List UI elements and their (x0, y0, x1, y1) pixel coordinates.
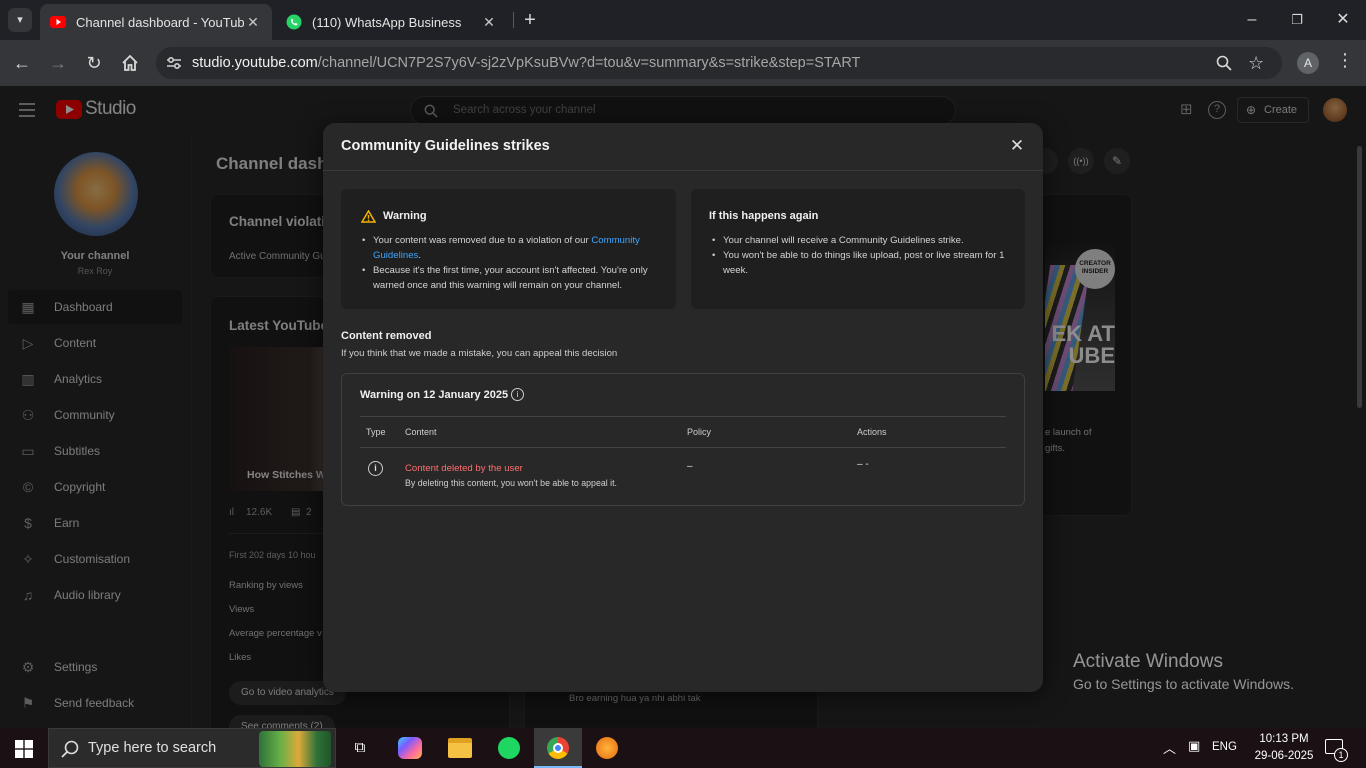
table-row: i Content deleted by the user By deletin… (360, 448, 1006, 506)
address-bar[interactable]: studio.youtube.com/channel/UCN7P2S7y6V-s… (156, 47, 1282, 79)
content-removed-title: Content removed (341, 330, 432, 342)
home-icon[interactable] (121, 54, 139, 72)
windows-start-icon[interactable] (15, 740, 33, 758)
col-type-header: Type (366, 427, 386, 437)
file-explorer-icon[interactable] (448, 738, 472, 758)
warning-card: Warning Your content was removed due to … (341, 189, 676, 309)
chrome-icon (547, 737, 569, 759)
again-bullet-2: You won't be able to do things like uplo… (709, 248, 1009, 278)
table-top-divider (360, 416, 1006, 417)
clock-time[interactable]: 10:13 PM (1254, 733, 1314, 745)
close-dialog-button[interactable]: ✕ (1007, 136, 1027, 156)
url-path: /channel/UCN7P2S7y6V-sj2zVpKsuBVw?d=tou&… (317, 55, 861, 71)
warning-details-table-card: Warning on 12 January 2025 i Type Conten… (341, 373, 1025, 506)
new-tab-button[interactable]: + (518, 8, 542, 32)
meet-now-icon[interactable]: ▣ (1188, 738, 1200, 754)
maximize-window-button[interactable]: ❐ (1285, 8, 1309, 32)
warning-triangle-icon (361, 210, 376, 223)
task-view-icon[interactable]: ⧉ (350, 738, 370, 758)
notification-count-badge: 1 (1334, 748, 1348, 762)
info-icon[interactable]: i (511, 388, 524, 401)
whatsapp-favicon-icon (286, 14, 302, 30)
url-host: studio.youtube.com (192, 55, 318, 71)
row-actions: – - (857, 459, 869, 470)
site-info-icon[interactable] (166, 56, 182, 70)
again-bullets: Your channel will receive a Community Gu… (709, 233, 1009, 278)
copilot-icon[interactable] (398, 737, 422, 759)
strikes-dialog: Community Guidelines strikes ✕ Warning Y… (323, 123, 1043, 692)
youtube-favicon-icon (50, 16, 66, 28)
table-heading: Warning on 12 January 2025 (360, 389, 509, 401)
dialog-title: Community Guidelines strikes (341, 138, 550, 154)
tab-whatsapp[interactable]: (110) WhatsApp Business ✕ (276, 4, 508, 40)
warning-bullet-1: Your content was removed due to a violat… (359, 233, 659, 263)
close-tab-icon[interactable]: ✕ (480, 14, 498, 31)
row-content-title: Content deleted by the user (405, 463, 523, 474)
content-removed-subtitle: If you think that we made a mistake, you… (341, 348, 618, 359)
warning-bullet-2: Because it's the first time, your accoun… (359, 263, 659, 293)
dialog-header: Community Guidelines strikes ✕ (323, 123, 1043, 171)
bookmark-star-icon[interactable]: ☆ (1248, 47, 1264, 79)
fl-studio-icon[interactable] (596, 737, 618, 759)
warning-title: Warning (383, 210, 427, 222)
spotify-icon[interactable] (498, 737, 520, 759)
col-actions-header: Actions (857, 427, 887, 437)
clock-date[interactable]: 29-06-2025 (1248, 750, 1320, 762)
close-window-button[interactable]: ✕ (1331, 8, 1355, 32)
reload-button[interactable]: ↻ (82, 51, 106, 75)
warning-bullet-1-end: . (418, 250, 422, 261)
tab-search-icon[interactable]: ▾ (8, 8, 32, 32)
activate-windows-title: Activate Windows (1073, 651, 1223, 672)
tab-youtube-studio[interactable]: Channel dashboard - YouTube Studio ✕ (40, 4, 272, 40)
col-content-header: Content (405, 427, 437, 437)
tab-divider (513, 12, 514, 28)
browser-tab-strip: ▾ Channel dashboard - YouTube Studio ✕ (… (0, 0, 1366, 40)
again-title: If this happens again (709, 210, 819, 222)
tab-title: (110) WhatsApp Business (312, 14, 462, 30)
type-info-icon: i (368, 461, 383, 476)
col-policy-header: Policy (687, 427, 712, 437)
tab-title: Channel dashboard - YouTube Studio (76, 14, 244, 30)
again-bullet-1: Your channel will receive a Community Gu… (709, 233, 1009, 248)
search-highlight-art-icon (259, 731, 331, 767)
back-button[interactable]: ← (10, 51, 34, 75)
if-happens-again-card: If this happens again Your channel will … (691, 189, 1025, 309)
close-tab-icon[interactable]: ✕ (244, 14, 262, 31)
row-content-subtitle: By deleting this content, you won't be a… (405, 478, 617, 488)
taskbar-search-box[interactable]: Type here to search (48, 728, 336, 768)
warning-bullets: Your content was removed due to a violat… (359, 233, 659, 293)
chrome-taskbar-button[interactable] (534, 728, 582, 768)
search-icon (61, 740, 79, 758)
show-hidden-icons-chevron-icon[interactable]: ︿ (1163, 738, 1176, 757)
warning-bullet-1-text: Your content was removed due to a violat… (373, 235, 592, 246)
browser-menu-icon[interactable]: ⋮ (1336, 50, 1354, 71)
taskbar-search-placeholder: Type here to search (88, 740, 217, 756)
language-indicator[interactable]: ENG (1212, 741, 1237, 753)
row-policy: – (687, 461, 693, 472)
profile-avatar[interactable]: A (1297, 52, 1319, 74)
activate-windows-subtitle: Go to Settings to activate Windows. (1073, 676, 1294, 692)
forward-button[interactable]: → (46, 51, 70, 75)
zoom-icon[interactable] (1216, 55, 1232, 71)
minimize-window-button[interactable]: – (1240, 8, 1264, 32)
